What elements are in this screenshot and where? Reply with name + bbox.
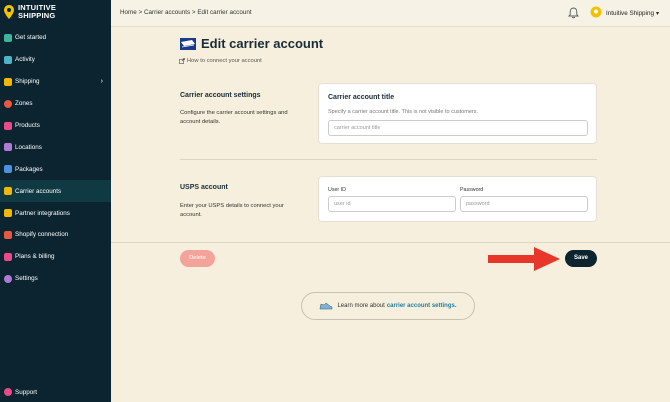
sidebar-item-label: Get started	[15, 34, 47, 42]
profile-menu[interactable]: Intuitive Shipping ▾	[590, 5, 659, 21]
learn-more-text: Learn more about	[337, 303, 385, 309]
card-hint: Specify a carrier account title. This is…	[328, 109, 478, 115]
save-button[interactable]: Save	[565, 250, 597, 267]
help-link[interactable]: How to connect your account	[179, 58, 262, 64]
caret-down-icon: ▾	[655, 10, 659, 17]
learn-more-link[interactable]: carrier account settings.	[387, 303, 457, 309]
section-divider	[180, 159, 597, 160]
profile-avatar-icon	[590, 6, 602, 18]
sidebar-item-label: Settings	[15, 275, 38, 283]
usps-section-description: Enter your USPS details to connect your …	[180, 203, 284, 218]
sidebar-item-partner-integrations[interactable]: Partner integrations	[0, 202, 111, 224]
activity-icon	[4, 55, 12, 64]
chevron-right-icon: ›	[100, 78, 103, 86]
sidebar-item-label: Shipping	[15, 78, 40, 86]
help-link-label: How to connect your account	[187, 58, 262, 64]
shopify-icon	[4, 230, 12, 239]
sidebar-item-label: Partner integrations	[15, 209, 70, 217]
user-id-label: User ID	[328, 187, 346, 193]
sidebar-item-shopify-connection[interactable]: Shopify connection	[0, 224, 111, 246]
sneaker-icon	[320, 302, 333, 310]
card-title: Carrier account title	[328, 94, 395, 101]
sidebar-item-label: Shopify connection	[15, 231, 69, 239]
support-icon	[4, 388, 12, 396]
shipping-icon	[4, 77, 12, 86]
sidebar: INTUITIVE SHIPPING Get started Activity …	[0, 0, 111, 402]
sidebar-item-plans-billing[interactable]: Plans & billing	[0, 246, 111, 268]
sidebar-item-label: Plans & billing	[15, 253, 55, 261]
usps-logo-icon	[180, 37, 196, 50]
sidebar-item-get-started[interactable]: Get started	[0, 27, 111, 49]
external-link-icon	[179, 58, 185, 64]
sidebar-item-zones[interactable]: Zones	[0, 93, 111, 115]
breadcrumb[interactable]: Home > Carrier accounts > Edit carrier a…	[120, 9, 252, 16]
carrier-account-title-input[interactable]: carrier account title	[328, 120, 588, 136]
sidebar-item-support[interactable]: Support	[4, 388, 37, 396]
shirt-icon	[4, 121, 12, 130]
sidebar-item-label: Activity	[15, 56, 35, 64]
carrier-title-card: Carrier account title Specify a carrier …	[318, 83, 597, 144]
delete-button[interactable]: Delete	[180, 250, 215, 267]
sidebar-item-label: Carrier accounts	[15, 187, 62, 195]
packages-icon	[4, 165, 12, 174]
profile-name: Intuitive Shipping	[606, 9, 654, 17]
sidebar-item-carrier-accounts[interactable]: Carrier accounts	[0, 180, 111, 203]
sidebar-item-locations[interactable]: Locations	[0, 136, 111, 158]
settings-section-title: Carrier account settings	[180, 92, 261, 99]
hand-icon	[4, 33, 12, 42]
integrations-icon	[4, 209, 12, 218]
page-title: Edit carrier account	[201, 36, 324, 51]
sidebar-nav: Get started Activity Shipping › Zones Pr…	[0, 27, 111, 290]
sidebar-item-shipping[interactable]: Shipping ›	[0, 71, 111, 93]
red-arrow-annotation	[488, 247, 560, 271]
key-icon	[4, 187, 12, 196]
support-label: Support	[15, 388, 38, 396]
password-input[interactable]: password	[460, 196, 588, 212]
card-icon	[4, 252, 12, 261]
sidebar-item-activity[interactable]: Activity	[0, 49, 111, 71]
sidebar-item-packages[interactable]: Packages	[0, 158, 111, 180]
bell-icon[interactable]	[568, 7, 579, 19]
sidebar-item-label: Products	[15, 122, 40, 129]
building-icon	[4, 143, 12, 152]
globe-icon	[4, 99, 12, 108]
page-header: Edit carrier account	[180, 36, 323, 51]
location-pin-icon	[4, 5, 14, 19]
topbar: Home > Carrier accounts > Edit carrier a…	[111, 0, 670, 27]
sidebar-item-products[interactable]: Products	[0, 115, 111, 137]
usps-section-title: USPS account	[180, 184, 228, 191]
password-label: Password	[460, 187, 484, 193]
sidebar-item-label: Locations	[15, 143, 42, 151]
sidebar-item-settings[interactable]: Settings	[0, 268, 111, 290]
user-id-input[interactable]: user id	[328, 196, 456, 212]
sidebar-item-label: Packages	[15, 165, 43, 173]
settings-section-description: Configure the carrier account settings a…	[180, 110, 288, 125]
brand-line2: SHIPPING	[18, 11, 56, 20]
actions-divider	[111, 242, 670, 243]
usps-credentials-card: User ID user id Password password	[318, 176, 597, 222]
main-content: Edit carrier account How to connect your…	[111, 27, 670, 402]
learn-more-banner[interactable]: Learn more about carrier account setting…	[301, 292, 475, 320]
gear-icon	[4, 274, 12, 283]
sidebar-item-label: Zones	[15, 100, 33, 108]
brand-logo[interactable]: INTUITIVE SHIPPING	[4, 4, 56, 20]
